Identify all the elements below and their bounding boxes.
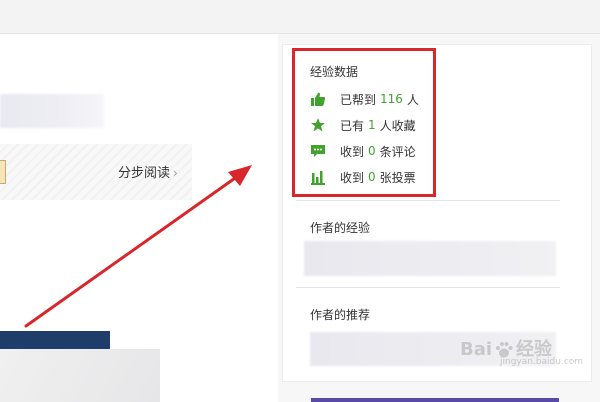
article-banner [0,331,110,349]
top-bar [0,0,600,34]
step-read-label: 分步阅读 [118,166,171,181]
divider [296,200,560,201]
tag-badge [0,160,6,184]
author-experience-title: 作者的经验 [310,221,371,235]
highlight-box [292,48,436,197]
chevron-right-icon: › [173,166,178,180]
step-read-link[interactable]: 分步阅读 › [118,162,178,181]
author-experience-item[interactable] [304,241,556,276]
watermark-text-left: Bai [460,339,493,360]
author-recommend-title: 作者的推荐 [310,308,371,322]
baidu-watermark: Bai 经验 jingyan.baidu.com [460,335,583,367]
watermark-subtext: jingyan.baidu.com [500,357,584,367]
divider [296,287,560,288]
article-image [0,349,160,402]
blurred-title [0,94,104,128]
ad-strip [311,398,559,402]
